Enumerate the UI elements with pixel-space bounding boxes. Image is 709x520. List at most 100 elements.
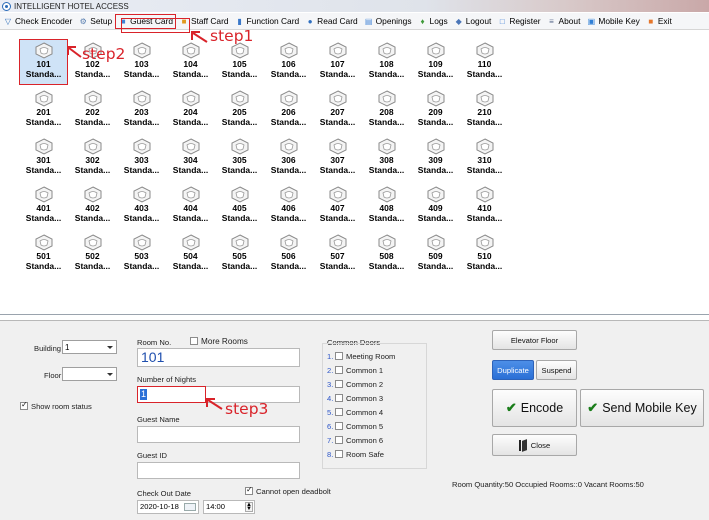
encode-button[interactable]: ✔ Encode bbox=[492, 389, 577, 427]
mobile-key-icon: ▣ bbox=[587, 16, 596, 26]
menu-setup[interactable]: ⚙ Setup bbox=[75, 14, 115, 29]
menu-label: Setup bbox=[90, 16, 113, 26]
room-tile-410[interactable]: 410 Standa... bbox=[460, 183, 509, 229]
room-tile-409[interactable]: 409 Standa... bbox=[411, 183, 460, 229]
room-door-icon bbox=[132, 234, 152, 251]
room-tile-303[interactable]: 303 Standa... bbox=[117, 135, 166, 181]
room-tile-308[interactable]: 308 Standa... bbox=[362, 135, 411, 181]
room-tile-408[interactable]: 408 Standa... bbox=[362, 183, 411, 229]
room-tile-305[interactable]: 305 Standa... bbox=[215, 135, 264, 181]
more-rooms-checkbox[interactable] bbox=[190, 337, 198, 345]
room-tile-201[interactable]: 201 Standa... bbox=[19, 87, 68, 133]
room-tile-106[interactable]: 106 Standa... bbox=[264, 39, 313, 85]
room-tile-207[interactable]: 207 Standa... bbox=[313, 87, 362, 133]
room-type: Standa... bbox=[466, 117, 503, 127]
room-tile-209[interactable]: 209 Standa... bbox=[411, 87, 460, 133]
menu-mobile-key[interactable]: ▣ Mobile Key bbox=[583, 14, 642, 29]
room-tile-402[interactable]: 402 Standa... bbox=[68, 183, 117, 229]
door-number: 3. bbox=[327, 380, 334, 389]
room-number: 304 bbox=[183, 155, 198, 165]
checkout-time-field[interactable]: 14:00 ▲ ▼ bbox=[203, 500, 255, 514]
common-door-checkbox[interactable] bbox=[335, 380, 343, 388]
common-door-checkbox[interactable] bbox=[335, 408, 343, 416]
menu-exit[interactable]: ■ Exit bbox=[643, 14, 675, 29]
show-room-status-checkbox[interactable] bbox=[20, 400, 28, 410]
room-number: 510 bbox=[477, 251, 492, 261]
room-tile-508[interactable]: 508 Standa... bbox=[362, 231, 411, 277]
suspend-button[interactable]: Suspend bbox=[536, 360, 577, 380]
menu-logout[interactable]: ◆ Logout bbox=[451, 14, 495, 29]
room-tile-404[interactable]: 404 Standa... bbox=[166, 183, 215, 229]
room-number: 205 bbox=[232, 107, 247, 117]
common-door-checkbox[interactable] bbox=[335, 422, 343, 430]
step3-label: step3 bbox=[225, 400, 269, 418]
time-spinner-icon[interactable]: ▲ ▼ bbox=[245, 502, 253, 512]
room-type: Standa... bbox=[368, 165, 405, 175]
elevator-floor-button[interactable]: Elevator Floor bbox=[492, 330, 577, 350]
guest-id-field[interactable] bbox=[137, 462, 300, 479]
room-tile-310[interactable]: 310 Standa... bbox=[460, 135, 509, 181]
room-type: Standa... bbox=[221, 117, 258, 127]
room-tile-405[interactable]: 405 Standa... bbox=[215, 183, 264, 229]
room-tile-104[interactable]: 104 Standa... bbox=[166, 39, 215, 85]
common-door-checkbox[interactable] bbox=[335, 394, 343, 402]
guest-name-field[interactable] bbox=[137, 426, 300, 443]
room-tile-203[interactable]: 203 Standa... bbox=[117, 87, 166, 133]
room-number: 505 bbox=[232, 251, 247, 261]
room-tile-406[interactable]: 406 Standa... bbox=[264, 183, 313, 229]
building-select[interactable]: 1 bbox=[62, 340, 117, 354]
send-mobile-key-button[interactable]: ✔ Send Mobile Key bbox=[580, 389, 704, 427]
room-tile-307[interactable]: 307 Standa... bbox=[313, 135, 362, 181]
menu-about[interactable]: ≡ About bbox=[544, 14, 584, 29]
room-tile-401[interactable]: 401 Standa... bbox=[19, 183, 68, 229]
room-tile-506[interactable]: 506 Standa... bbox=[264, 231, 313, 277]
menu-register[interactable]: □ Register bbox=[494, 14, 543, 29]
room-tile-108[interactable]: 108 Standa... bbox=[362, 39, 411, 85]
room-tile-507[interactable]: 507 Standa... bbox=[313, 231, 362, 277]
duplicate-button[interactable]: Duplicate bbox=[492, 360, 534, 380]
room-tile-105[interactable]: 105 Standa... bbox=[215, 39, 264, 85]
menu-openings[interactable]: ▤ Openings bbox=[361, 14, 415, 29]
calendar-icon[interactable] bbox=[184, 503, 196, 511]
room-tile-502[interactable]: 502 Standa... bbox=[68, 231, 117, 277]
room-type: Standa... bbox=[368, 117, 405, 127]
room-tile-505[interactable]: 505 Standa... bbox=[215, 231, 264, 277]
room-tile-403[interactable]: 403 Standa... bbox=[117, 183, 166, 229]
room-tile-301[interactable]: 301 Standa... bbox=[19, 135, 68, 181]
room-tile-510[interactable]: 510 Standa... bbox=[460, 231, 509, 277]
room-tile-110[interactable]: 110 Standa... bbox=[460, 39, 509, 85]
common-door-checkbox[interactable] bbox=[335, 450, 343, 458]
room-tile-503[interactable]: 503 Standa... bbox=[117, 231, 166, 277]
room-tile-210[interactable]: 210 Standa... bbox=[460, 87, 509, 133]
room-tile-509[interactable]: 509 Standa... bbox=[411, 231, 460, 277]
room-tile-204[interactable]: 204 Standa... bbox=[166, 87, 215, 133]
room-tile-205[interactable]: 205 Standa... bbox=[215, 87, 264, 133]
common-door-checkbox[interactable] bbox=[335, 436, 343, 444]
room-tile-304[interactable]: 304 Standa... bbox=[166, 135, 215, 181]
room-tile-101[interactable]: 101 Standa... bbox=[19, 39, 68, 85]
room-tile-208[interactable]: 208 Standa... bbox=[362, 87, 411, 133]
menu-read-card[interactable]: ● Read Card bbox=[302, 14, 361, 29]
room-no-field[interactable]: 101 bbox=[137, 348, 300, 367]
room-tile-202[interactable]: 202 Standa... bbox=[68, 87, 117, 133]
cannot-open-deadbolt-checkbox[interactable] bbox=[245, 485, 253, 495]
floor-select[interactable] bbox=[62, 367, 117, 381]
menu-check-encoder[interactable]: ▽ Check Encoder bbox=[0, 14, 75, 29]
checkout-date-field[interactable]: 2020-10-18 bbox=[137, 500, 199, 514]
room-tile-206[interactable]: 206 Standa... bbox=[264, 87, 313, 133]
menu-logs[interactable]: ♦ Logs bbox=[415, 14, 451, 29]
room-door-icon bbox=[181, 90, 201, 107]
room-tile-501[interactable]: 501 Standa... bbox=[19, 231, 68, 277]
room-tile-302[interactable]: 302 Standa... bbox=[68, 135, 117, 181]
room-number: 404 bbox=[183, 203, 198, 213]
room-tile-309[interactable]: 309 Standa... bbox=[411, 135, 460, 181]
room-tile-504[interactable]: 504 Standa... bbox=[166, 231, 215, 277]
room-tile-407[interactable]: 407 Standa... bbox=[313, 183, 362, 229]
room-tile-109[interactable]: 109 Standa... bbox=[411, 39, 460, 85]
common-door-checkbox[interactable] bbox=[335, 352, 343, 360]
common-door-checkbox[interactable] bbox=[335, 366, 343, 374]
close-button[interactable]: Close bbox=[492, 434, 577, 456]
room-tile-107[interactable]: 107 Standa... bbox=[313, 39, 362, 85]
room-type: Standa... bbox=[25, 69, 62, 79]
room-tile-306[interactable]: 306 Standa... bbox=[264, 135, 313, 181]
